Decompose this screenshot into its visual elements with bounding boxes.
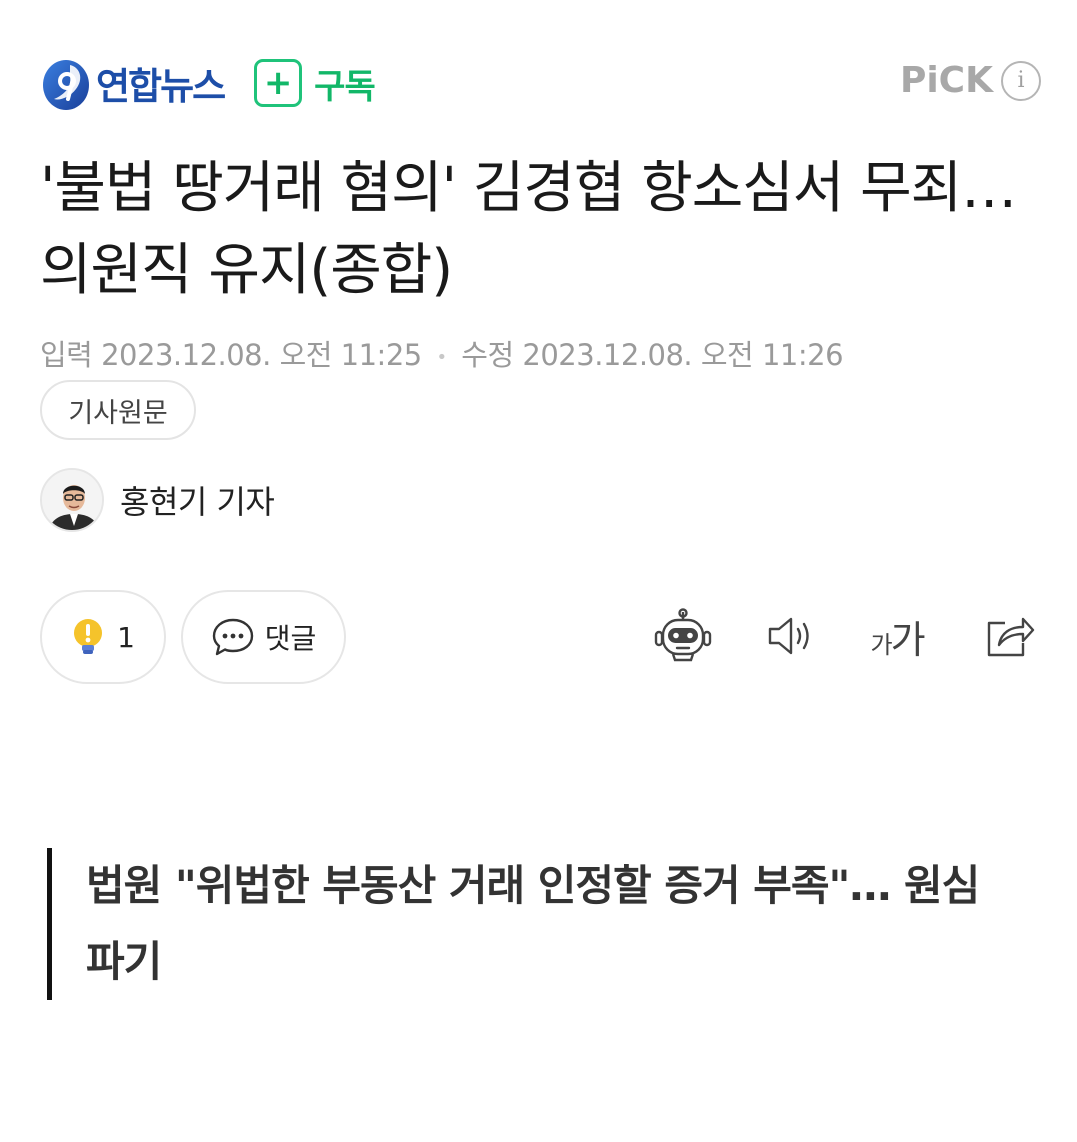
comment-label: 댓글 — [264, 622, 317, 655]
article-subheading: 법원 "위법한 부동산 거래 인정할 증거 부족"… 원심 파기 — [47, 848, 1027, 1000]
font-size-button[interactable]: 가가 — [862, 600, 932, 672]
date-separator: • — [436, 346, 447, 368]
press-name: 연합뉴스 — [96, 65, 226, 108]
reporter-name: 홍현기 기자 — [120, 483, 275, 521]
reporter-avatar — [40, 468, 104, 532]
subscribe-button[interactable]: + 구독 — [254, 59, 376, 108]
lightbulb-icon — [74, 619, 103, 654]
press-logo-icon — [43, 60, 89, 110]
summary-button[interactable] — [648, 600, 718, 672]
text-to-speech-button[interactable] — [756, 600, 826, 672]
reporter-byline[interactable]: 홍현기 기자 — [40, 468, 275, 532]
comment-button[interactable]: 댓글 — [181, 590, 346, 684]
article-title: '불법 땅거래 혐의' 김경협 항소심서 무죄…의원직 유지(종합) — [40, 156, 1017, 303]
press-logo[interactable]: 연합뉴스 — [40, 53, 226, 113]
published-label: 입력 — [40, 338, 93, 372]
original-article-button[interactable]: 기사원문 — [40, 380, 196, 440]
reaction-count: 1 — [117, 620, 135, 654]
pick-label: PiCK — [899, 60, 993, 101]
font-small-glyph: 가 — [870, 630, 892, 659]
article-page: 연합뉴스 + 구독 PiCK i '불법 땅거래 혐의' 김경협 항소심서 무죄… — [0, 0, 1077, 1142]
article-dates: 입력 2023.12.08. 오전 11:25 • 수정 2023.12.08.… — [40, 332, 844, 374]
speech-bubble-icon — [212, 618, 253, 656]
share-icon — [987, 617, 1035, 657]
reaction-button[interactable]: 1 — [40, 590, 166, 684]
font-size-icon: 가가 — [870, 609, 926, 664]
plus-icon: + — [254, 59, 303, 107]
info-icon[interactable]: i — [1001, 60, 1041, 101]
subscribe-label: 구독 — [314, 66, 376, 107]
press-header: 연합뉴스 + 구독 — [40, 52, 376, 114]
pick-badge[interactable]: PiCK i — [900, 60, 1041, 101]
robot-icon — [654, 608, 712, 662]
speaker-icon — [768, 617, 809, 655]
font-large-glyph: 가 — [890, 617, 926, 662]
published-date: 2023.12.08. 오전 11:25 — [101, 338, 422, 372]
modified-label: 수정 — [461, 338, 514, 372]
share-button[interactable] — [974, 600, 1044, 672]
modified-date: 2023.12.08. 오전 11:26 — [522, 338, 844, 372]
